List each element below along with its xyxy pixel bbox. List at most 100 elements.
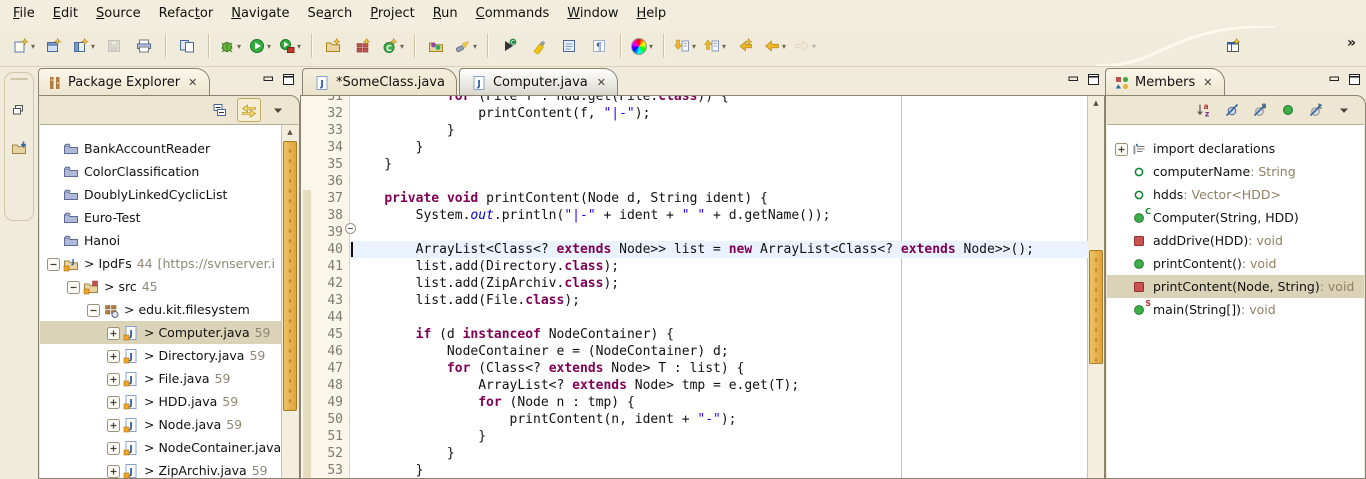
menu-edit[interactable]: Edit bbox=[44, 2, 87, 25]
hide-static-button[interactable]: S bbox=[1249, 99, 1271, 121]
menu-source[interactable]: Source bbox=[87, 2, 150, 25]
tree-item[interactable]: J> Directory.java59 bbox=[40, 344, 282, 367]
run-external-button[interactable]: ▾ bbox=[277, 33, 303, 59]
maximize-icon[interactable] bbox=[282, 73, 295, 86]
tree-item[interactable]: J> IpdFs44[https://svnserver.i bbox=[40, 252, 282, 275]
minimize-icon[interactable] bbox=[1067, 73, 1080, 86]
member-item[interactable]: printContent() : void bbox=[1107, 252, 1364, 275]
prev-annotation-button[interactable]: ▾ bbox=[702, 33, 728, 59]
menu-window[interactable]: Window bbox=[558, 2, 627, 25]
collapse-icon[interactable] bbox=[66, 280, 79, 293]
editor-scrollbar[interactable]: ▲ bbox=[1087, 96, 1104, 478]
dropdown-chevron-icon[interactable]: ▾ bbox=[91, 42, 95, 51]
dropdown-chevron-icon[interactable]: ▾ bbox=[400, 42, 404, 51]
dropdown-chevron-icon[interactable]: ▾ bbox=[267, 42, 271, 51]
tree-item[interactable]: J> Node.java59 bbox=[40, 413, 282, 436]
run-last-tool-button[interactable]: C bbox=[496, 33, 522, 59]
menu-project[interactable]: Project bbox=[361, 2, 424, 25]
menu-help[interactable]: Help bbox=[628, 2, 676, 25]
copy-docs-button[interactable] bbox=[174, 33, 200, 59]
expand-icon[interactable] bbox=[106, 418, 119, 431]
expand-icon[interactable] bbox=[106, 372, 119, 385]
collapse-icon[interactable] bbox=[46, 257, 59, 270]
show-public-button[interactable] bbox=[1277, 99, 1299, 121]
scroll-up-icon[interactable]: ▲ bbox=[1088, 96, 1104, 110]
link-with-editor-button[interactable] bbox=[237, 98, 261, 122]
member-item[interactable]: hdds : Vector<HDD> bbox=[1107, 183, 1364, 206]
menu-commands[interactable]: Commands bbox=[467, 2, 559, 25]
dropdown-chevron-icon[interactable]: ▾ bbox=[31, 42, 35, 51]
member-item[interactable]: Smain(String[]) : void bbox=[1107, 298, 1364, 321]
expand-icon[interactable] bbox=[106, 326, 119, 339]
fast-view-handle[interactable] bbox=[10, 78, 28, 80]
new-class-button[interactable]: C▾ bbox=[380, 33, 406, 59]
menu-refactor[interactable]: Refactor bbox=[150, 2, 223, 25]
close-icon[interactable]: ✕ bbox=[188, 76, 197, 89]
member-item[interactable]: CComputer(String, HDD) bbox=[1107, 206, 1364, 229]
open-perspective-button[interactable] bbox=[1220, 33, 1246, 59]
dropdown-chevron-icon[interactable]: ▾ bbox=[237, 42, 241, 51]
member-item[interactable]: printContent(Node, String) : void bbox=[1107, 275, 1364, 298]
tree-item[interactable]: Hanoi bbox=[40, 229, 282, 252]
menu-file[interactable]: File bbox=[4, 2, 44, 25]
import-folder-icon[interactable] bbox=[11, 140, 27, 156]
view-menu-button[interactable] bbox=[267, 99, 289, 121]
tree-item[interactable]: Euro-Test bbox=[40, 206, 282, 229]
hide-local-types-button[interactable]: L bbox=[1305, 99, 1327, 121]
maximize-icon[interactable] bbox=[1348, 73, 1361, 86]
run-button[interactable]: ▾ bbox=[247, 33, 273, 59]
tree-item[interactable]: ColorClassification bbox=[40, 160, 282, 183]
minimize-icon[interactable] bbox=[262, 73, 275, 86]
menu-navigate[interactable]: Navigate bbox=[222, 2, 298, 25]
scrollbar-thumb[interactable] bbox=[283, 141, 297, 411]
tree-item[interactable]: J> NodeContainer.java59 bbox=[40, 436, 282, 459]
menu-run[interactable]: Run bbox=[424, 2, 467, 25]
minimize-icon[interactable] bbox=[1328, 73, 1341, 86]
close-icon[interactable]: ✕ bbox=[597, 76, 606, 89]
debug-button[interactable]: ▾ bbox=[217, 33, 243, 59]
expand-icon[interactable] bbox=[106, 349, 119, 362]
tree-item[interactable]: DoublyLinkedCyclicList bbox=[40, 183, 282, 206]
dropdown-chevron-icon[interactable]: ▾ bbox=[473, 42, 477, 51]
editor-tab[interactable]: J*SomeClass.java bbox=[302, 68, 457, 96]
expand-icon[interactable] bbox=[106, 395, 119, 408]
print-button[interactable] bbox=[131, 33, 157, 59]
code-text[interactable]: for (File f : hdd.get(File.class)) { pri… bbox=[350, 96, 1088, 478]
member-item[interactable]: import declarations bbox=[1107, 137, 1364, 160]
dropdown-chevron-icon[interactable]: ▾ bbox=[692, 42, 696, 51]
dropdown-chevron-icon[interactable]: ▾ bbox=[782, 42, 786, 51]
collapse-icon[interactable] bbox=[86, 303, 99, 316]
package-explorer-tab[interactable]: Package Explorer ✕ bbox=[38, 68, 210, 96]
expand-icon[interactable] bbox=[106, 464, 119, 477]
mark-occurrences-button[interactable] bbox=[526, 33, 552, 59]
next-annotation-button[interactable]: ▾ bbox=[672, 33, 698, 59]
tree-item[interactable]: > src45 bbox=[40, 275, 282, 298]
scroll-up-icon[interactable]: ▲ bbox=[282, 125, 298, 139]
save-button[interactable] bbox=[101, 33, 127, 59]
tree-item[interactable]: > edu.kit.filesystem bbox=[40, 298, 282, 321]
member-item[interactable]: computerName : String bbox=[1107, 160, 1364, 183]
dropdown-chevron-icon[interactable]: ▾ bbox=[649, 42, 653, 51]
color-wheel-button[interactable]: ▾ bbox=[629, 33, 655, 59]
sort-button[interactable]: az bbox=[1193, 99, 1215, 121]
tree-item[interactable]: J> HDD.java59 bbox=[40, 390, 282, 413]
search-button[interactable]: ▾ bbox=[453, 33, 479, 59]
tree-item[interactable]: J> ZipArchiv.java59 bbox=[40, 459, 282, 478]
restore-views-icon[interactable] bbox=[11, 102, 27, 118]
back-button[interactable]: ▾ bbox=[762, 33, 788, 59]
package-tree-scrollbar[interactable]: ▲ bbox=[281, 125, 298, 478]
new-wizard-button[interactable]: ▾ bbox=[11, 33, 37, 59]
collapse-all-button[interactable] bbox=[209, 99, 231, 121]
forward-button[interactable]: ▾ bbox=[792, 33, 818, 59]
close-icon[interactable]: ✕ bbox=[1203, 76, 1212, 89]
new-window-wizard-button[interactable] bbox=[41, 33, 67, 59]
fold-collapse-icon[interactable] bbox=[345, 223, 356, 234]
new-java-project-button[interactable] bbox=[320, 33, 346, 59]
view-menu-button[interactable] bbox=[1333, 99, 1355, 121]
scrollbar-thumb[interactable] bbox=[1089, 250, 1103, 364]
new-view-wizard-button[interactable]: ▾ bbox=[71, 33, 97, 59]
dropdown-chevron-icon[interactable]: ▾ bbox=[812, 42, 816, 51]
hide-fields-button[interactable] bbox=[1221, 99, 1243, 121]
expand-icon[interactable] bbox=[1114, 142, 1127, 155]
toolbar-overflow-chevron[interactable]: » bbox=[1347, 35, 1356, 51]
